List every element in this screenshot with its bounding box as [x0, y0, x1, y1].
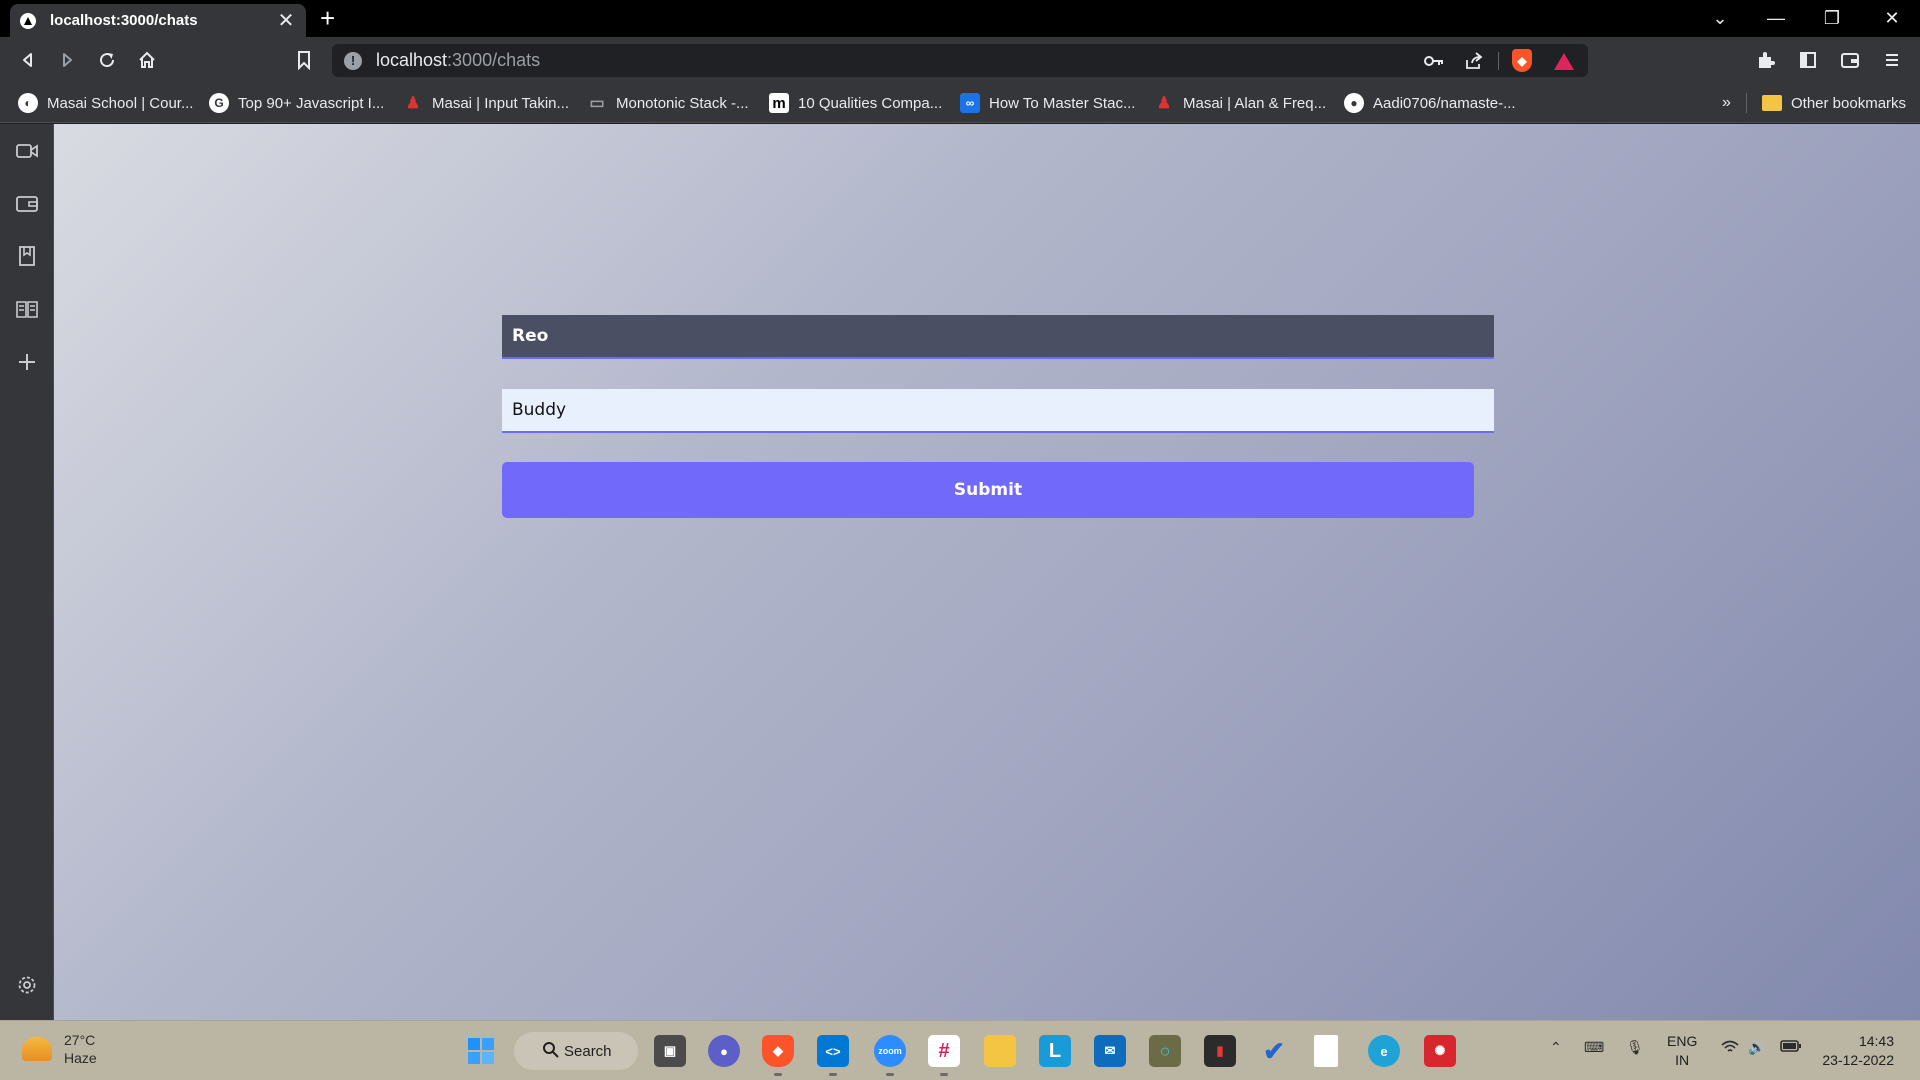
menu-icon[interactable] [1878, 46, 1906, 74]
infinity-icon: ∞ [960, 93, 980, 113]
bookmark-item[interactable]: ● Aadi0706/namaste-... [1344, 91, 1516, 115]
file-explorer-icon[interactable] [984, 1035, 1016, 1067]
submit-button[interactable]: Submit [502, 462, 1474, 518]
medium-icon: m [769, 93, 789, 113]
browser-toolbar: ! localhost:3000/chats ◆ [0, 37, 1920, 83]
teams-chat-icon[interactable]: ● [708, 1035, 740, 1067]
bookmark-item[interactable]: G Top 90+ Javascript I... [209, 91, 384, 115]
running-indicator [886, 1073, 894, 1076]
clock-date: 23-12-2022 [1822, 1052, 1894, 1068]
slack-icon[interactable]: # [928, 1035, 960, 1067]
reading-list-icon[interactable] [14, 296, 40, 322]
reload-icon[interactable] [93, 46, 121, 74]
github-icon: ● [1344, 93, 1364, 113]
new-tab-button[interactable]: + [320, 5, 335, 31]
bookmarks-panel-icon[interactable] [14, 243, 40, 269]
other-bookmarks-folder[interactable]: Other bookmarks [1762, 91, 1906, 115]
site-info-icon[interactable]: ! [344, 51, 362, 70]
brave-rewards-icon[interactable] [1554, 51, 1574, 71]
globe-icon: ◐ [18, 93, 38, 113]
extensions-icon[interactable] [1752, 46, 1780, 74]
bookmark-item[interactable]: ♟ Masai | Alan & Freq... [1154, 91, 1326, 115]
notepad-icon[interactable] [1314, 1035, 1338, 1067]
alexa-icon[interactable]: ○ [1149, 1035, 1181, 1067]
first-name-input[interactable] [502, 315, 1494, 359]
language-indicator[interactable]: ENG IN [1667, 1032, 1697, 1070]
forward-icon[interactable] [53, 46, 81, 74]
share-icon[interactable] [1464, 51, 1484, 71]
l-app-icon[interactable]: L [1039, 1035, 1071, 1067]
search-label: Search [564, 1042, 612, 1060]
bookmark-item[interactable]: m 10 Qualities Compa... [769, 91, 942, 115]
key-icon[interactable] [1424, 51, 1444, 71]
temperature-text: 27°C [64, 1032, 96, 1048]
zoom-icon[interactable]: zoom [874, 1035, 906, 1067]
masai-icon: ♟ [405, 95, 421, 112]
clock-time: 14:43 [1858, 1033, 1894, 1049]
wallet-panel-icon[interactable] [14, 190, 40, 216]
wallet-icon[interactable] [1836, 46, 1864, 74]
close-tab-icon[interactable]: ✕ [276, 11, 296, 31]
wifi-icon[interactable] [1720, 1039, 1740, 1058]
taskbar: 27°C Haze Search ▣ ● ◆ <> zoom # L ✉ ○ ▮… [0, 1020, 1920, 1080]
office-app-icon[interactable]: ▮ [1204, 1035, 1236, 1067]
running-indicator [829, 1073, 837, 1076]
keyboard-icon[interactable]: ⌨ [1584, 1039, 1604, 1056]
brave-browser-icon[interactable]: ◆ [762, 1035, 794, 1067]
bookmark-item[interactable]: ∞ How To Master Stac... [960, 91, 1135, 115]
games-app-icon[interactable]: ✺ [1424, 1035, 1456, 1067]
address-bar[interactable]: ! localhost:3000/chats ◆ [332, 44, 1588, 77]
home-icon[interactable] [133, 46, 161, 74]
show-hidden-icons-chevron-icon[interactable]: ⌃ [1550, 1039, 1562, 1056]
page-content: Submit [54, 124, 1920, 1020]
laptop-icon: ▭ [589, 95, 605, 112]
browser-tab[interactable]: localhost:3000/chats ✕ [10, 4, 306, 37]
bookmarks-overflow-button[interactable]: » [1722, 91, 1731, 115]
second-name-input[interactable] [502, 389, 1494, 433]
taskbar-search-box[interactable]: Search [514, 1032, 638, 1070]
weather-condition-text: Haze [64, 1050, 97, 1066]
omnibox-divider [1498, 52, 1499, 70]
masai-icon: ♟ [1156, 95, 1172, 112]
close-window-button[interactable]: ✕ [1864, 0, 1920, 37]
bookmark-item[interactable]: ◐ Masai School | Cour... [18, 91, 193, 115]
back-icon[interactable] [14, 46, 42, 74]
tab-search-icon[interactable]: ⌄ [1692, 0, 1748, 37]
g-logo-icon: G [209, 93, 229, 113]
system-clock[interactable]: 14:43 23-12-2022 [1822, 1032, 1894, 1070]
bookmark-icon[interactable] [290, 46, 318, 74]
edge-icon[interactable]: e [1368, 1035, 1400, 1067]
settings-gear-icon[interactable] [14, 972, 40, 998]
tab-favicon-icon [20, 12, 36, 29]
url-text[interactable]: localhost:3000/chats [376, 50, 540, 71]
restore-button[interactable]: ❐ [1804, 0, 1860, 37]
running-indicator [940, 1073, 948, 1076]
weather-widget[interactable]: 27°C Haze [22, 1031, 97, 1067]
volume-icon[interactable]: 🔊 [1748, 1039, 1765, 1056]
add-panel-icon[interactable] [14, 349, 40, 375]
folder-icon [1762, 95, 1782, 111]
minimize-button[interactable]: — [1748, 0, 1804, 37]
video-call-icon[interactable] [14, 138, 40, 164]
bookmarks-bar: ◐ Masai School | Cour... G Top 90+ Javas… [0, 83, 1920, 123]
brave-shields-icon[interactable]: ◆ [1512, 49, 1532, 72]
tab-title: localhost:3000/chats [50, 12, 198, 29]
side-panel [0, 124, 54, 1020]
task-view-icon[interactable]: ▣ [654, 1035, 686, 1067]
search-icon [542, 1041, 560, 1063]
battery-icon[interactable] [1780, 1039, 1802, 1056]
mail-icon[interactable]: ✉ [1094, 1035, 1126, 1067]
tab-strip: localhost:3000/chats ✕ + ⌄ — ❐ ✕ [0, 0, 1920, 37]
microphone-icon[interactable]: 🎙 [1626, 1039, 1644, 1056]
vscode-icon[interactable]: <> [817, 1035, 849, 1067]
haze-weather-icon [22, 1037, 52, 1061]
sidebar-toggle-icon[interactable] [1794, 46, 1822, 74]
start-button-icon[interactable] [465, 1035, 497, 1067]
bookmark-item[interactable]: ♟ Masai | Input Takin... [403, 91, 569, 115]
bookmarks-divider [1746, 93, 1747, 113]
bookmark-item[interactable]: ▭ Monotonic Stack -... [587, 91, 748, 115]
running-indicator [774, 1073, 782, 1076]
todo-icon[interactable]: ✔ [1258, 1035, 1290, 1067]
